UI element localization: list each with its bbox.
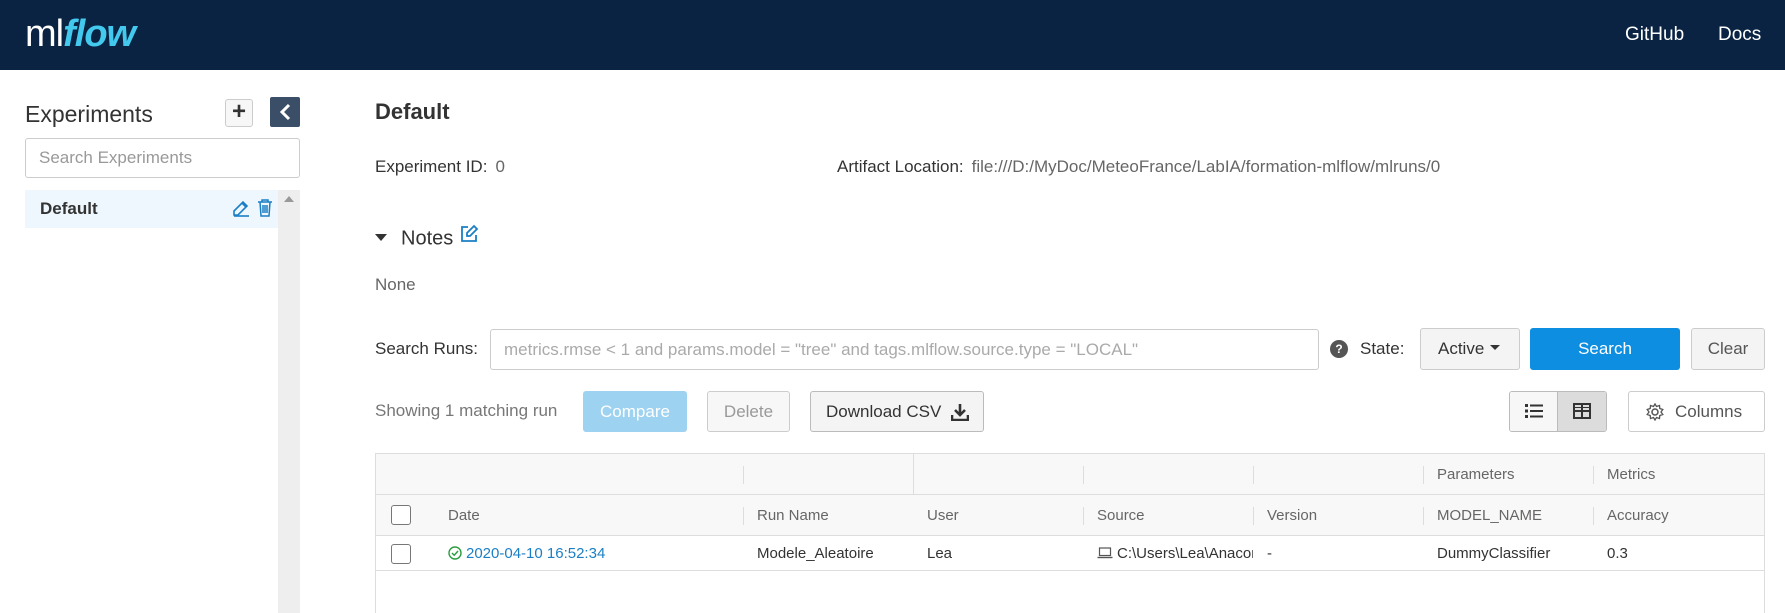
select-all-checkbox[interactable]	[391, 505, 411, 525]
column-header-source[interactable]: Source	[1083, 495, 1253, 535]
accuracy-cell: 0.3	[1607, 545, 1628, 562]
docs-link[interactable]: Docs	[1718, 24, 1761, 46]
table-group-header: Parameters Metrics	[376, 454, 1764, 495]
logo-flow-text: flow	[63, 13, 136, 55]
table-header-row: Date Run Name User Source Version MODEL_…	[376, 495, 1764, 536]
state-label: State:	[1360, 339, 1405, 358]
edit-notes-icon[interactable]	[459, 224, 479, 250]
table-row[interactable]: 2020-04-10 16:52:34 Modele_Aleatoire Lea…	[376, 536, 1764, 571]
success-status-icon	[448, 546, 462, 560]
download-csv-label: Download CSV	[826, 402, 942, 421]
clear-button[interactable]: Clear	[1691, 328, 1765, 370]
artifact-location: Artifact Location: file:///D:/MyDoc/Meteo…	[837, 157, 1440, 177]
row-select-checkbox[interactable]	[391, 544, 411, 564]
column-header-accuracy[interactable]: Accuracy	[1593, 495, 1764, 535]
notes-header[interactable]: Notes	[375, 224, 479, 252]
grid-view-button[interactable]	[1558, 392, 1606, 431]
column-header-run-name[interactable]: Run Name	[743, 495, 913, 535]
scroll-up-arrow-icon[interactable]	[284, 196, 294, 202]
mlflow-logo[interactable]: mlflow	[25, 9, 136, 59]
search-experiments-input[interactable]	[25, 138, 300, 178]
help-icon[interactable]: ?	[1330, 340, 1348, 358]
experiment-id-label: Experiment ID:	[375, 157, 488, 176]
chevron-left-icon	[279, 103, 291, 121]
state-dropdown-value: Active	[1438, 339, 1485, 358]
metrics-group-header: Metrics	[1607, 466, 1656, 483]
artifact-location-label: Artifact Location:	[837, 157, 964, 176]
delete-button[interactable]: Delete	[707, 391, 790, 432]
collapse-sidebar-button[interactable]	[270, 97, 300, 127]
experiment-title: Default	[375, 99, 450, 124]
list-view-icon	[1525, 404, 1543, 418]
github-link[interactable]: GitHub	[1625, 24, 1684, 46]
run-date-link[interactable]: 2020-04-10 16:52:34	[434, 536, 743, 570]
experiment-list: Default	[25, 190, 278, 613]
run-date-text: 2020-04-10 16:52:34	[466, 545, 606, 562]
artifact-location-value: file:///D:/MyDoc/MeteoFrance/LabIA/forma…	[971, 157, 1441, 176]
version-cell: -	[1267, 545, 1272, 562]
column-separator	[1083, 466, 1084, 484]
runs-table: Parameters Metrics Date Run Name User So…	[375, 453, 1765, 613]
state-dropdown[interactable]: Active	[1420, 328, 1520, 370]
search-runs-label: Search Runs:	[375, 339, 478, 358]
search-runs-input[interactable]	[490, 329, 1319, 370]
column-header-model-name[interactable]: MODEL_NAME	[1423, 495, 1593, 535]
top-navbar: mlflow GitHub Docs	[0, 0, 1785, 70]
sidebar-scrollbar[interactable]	[278, 190, 300, 613]
matching-run-count: Showing 1 matching run	[375, 401, 558, 420]
caret-down-icon[interactable]	[375, 233, 387, 241]
search-button[interactable]: Search	[1530, 328, 1680, 370]
logo-ml-text: ml	[25, 13, 64, 55]
caret-down-icon	[1490, 345, 1501, 351]
notes-label: Notes	[401, 227, 454, 250]
list-view-button[interactable]	[1510, 392, 1558, 431]
delete-experiment-icon[interactable]	[257, 198, 273, 223]
columns-label: Columns	[1675, 402, 1743, 421]
column-separator	[743, 466, 744, 484]
experiment-id: Experiment ID: 0	[375, 157, 505, 177]
notes-content: None	[375, 275, 416, 294]
user-cell: Lea	[927, 545, 953, 562]
run-name-cell: Modele_Aleatoire	[757, 545, 874, 562]
laptop-icon	[1097, 547, 1113, 559]
columns-button[interactable]: Columns	[1628, 391, 1765, 432]
parameters-group-header: Parameters	[1437, 466, 1515, 483]
experiment-item-label: Default	[40, 199, 98, 218]
edit-experiment-icon[interactable]	[232, 199, 250, 222]
experiment-item-default[interactable]: Default	[25, 190, 278, 228]
source-text: C:\Users\Lea\Anaconda	[1117, 545, 1253, 562]
view-toggle	[1509, 391, 1607, 432]
add-experiment-button[interactable]: +	[225, 99, 253, 127]
download-icon	[951, 404, 969, 421]
model-name-cell: DummyClassifier	[1437, 545, 1551, 562]
compare-button[interactable]: Compare	[583, 391, 687, 432]
column-header-version[interactable]: Version	[1253, 495, 1423, 535]
download-csv-button[interactable]: Download CSV	[810, 391, 984, 432]
experiments-title: Experiments	[25, 101, 153, 127]
experiment-id-value: 0	[495, 157, 505, 176]
source-cell: C:\Users\Lea\Anaconda	[1083, 536, 1253, 570]
grid-view-icon	[1573, 403, 1591, 419]
column-header-date[interactable]: Date	[434, 495, 743, 535]
column-header-user[interactable]: User	[913, 495, 1083, 535]
gear-icon	[1646, 403, 1664, 421]
column-separator	[1253, 466, 1254, 484]
